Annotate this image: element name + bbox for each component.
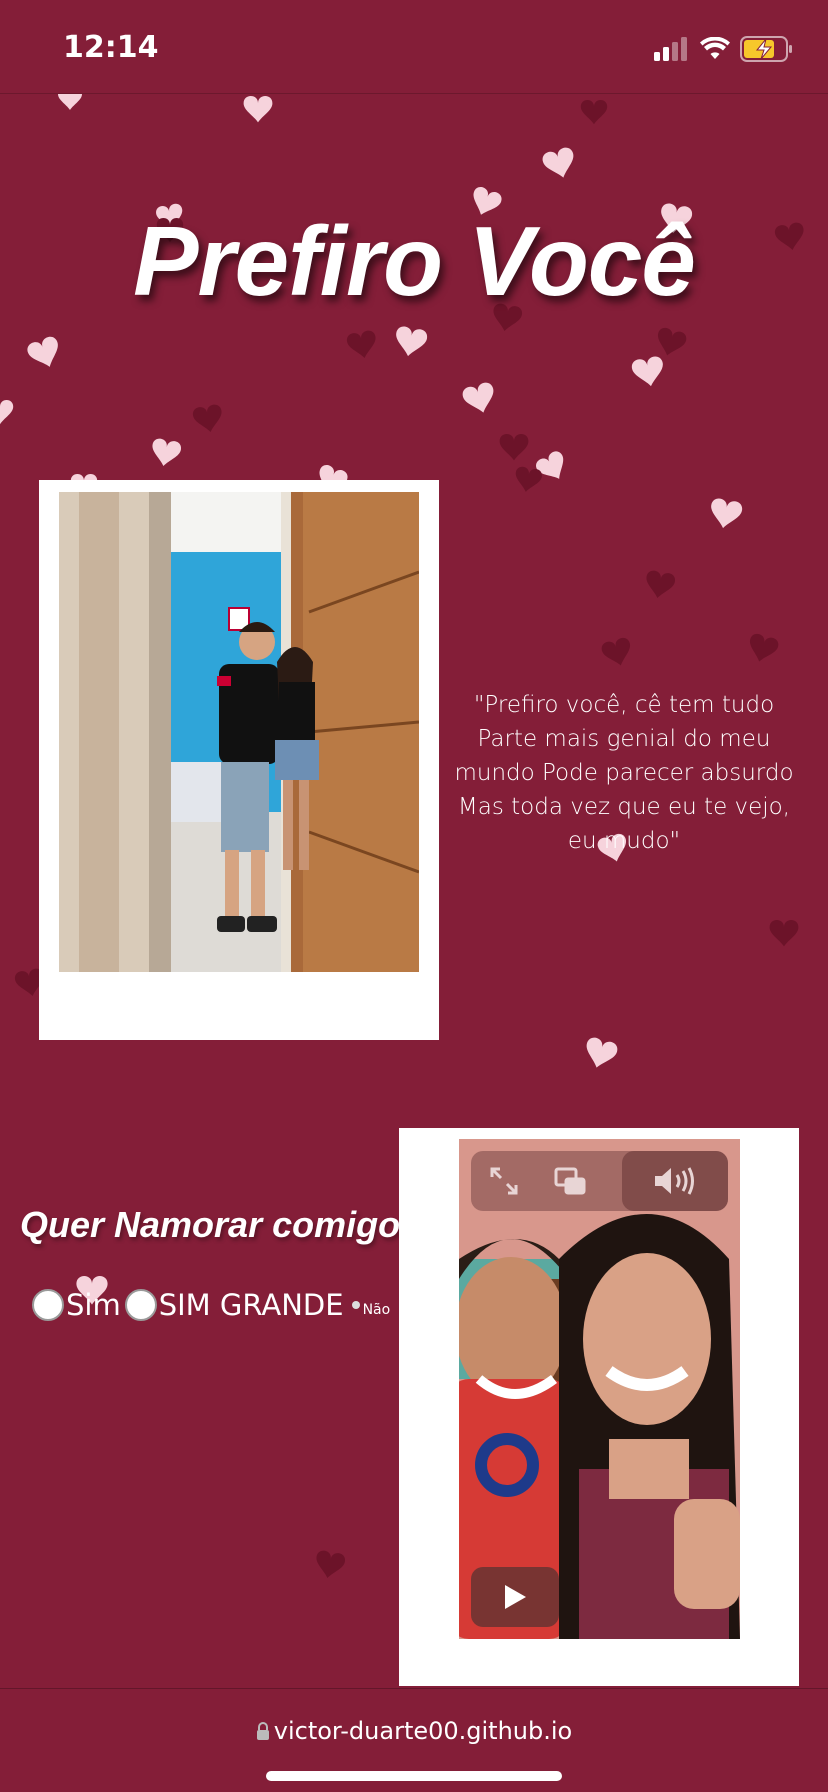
video-frame	[399, 1128, 799, 1686]
radio-sim[interactable]	[32, 1289, 64, 1321]
browser-bottom-bar: victor-duarte00.github.io	[0, 1688, 828, 1792]
address-bar[interactable]: victor-duarte00.github.io	[0, 1717, 828, 1745]
status-icons	[654, 34, 794, 64]
polaroid-frame	[39, 480, 439, 1040]
video-player[interactable]	[459, 1139, 740, 1639]
status-time: 12:14	[63, 30, 159, 65]
picture-in-picture-icon[interactable]	[537, 1151, 603, 1211]
url-text: victor-duarte00.github.io	[273, 1717, 573, 1745]
home-indicator[interactable]	[266, 1771, 562, 1781]
lock-icon	[256, 1722, 269, 1740]
battery-charging-icon	[740, 36, 792, 62]
radio-nao[interactable]	[351, 1301, 360, 1309]
status-bar: 12:14	[0, 0, 828, 94]
wifi-icon	[700, 37, 730, 59]
couple-photo	[59, 492, 419, 972]
proposal-question: Quer Namorar comigo?	[20, 1204, 423, 1245]
lyrics-quote: "Prefiro você, cê tem tudo Parte mais ge…	[454, 692, 794, 854]
option-label-nao: Não	[362, 1302, 391, 1318]
fullscreen-icon[interactable]	[471, 1151, 537, 1211]
play-icon[interactable]	[471, 1567, 559, 1627]
video-controls-bar	[471, 1151, 728, 1211]
cellular-signal-icon	[654, 37, 687, 61]
page-title: Prefiro Você	[133, 206, 696, 316]
answer-options: Sim SIM GRANDE Não	[32, 1288, 390, 1322]
option-label-sim: Sim	[66, 1288, 121, 1322]
volume-icon[interactable]	[622, 1151, 728, 1211]
option-label-sim-grande: SIM GRANDE	[158, 1288, 344, 1322]
radio-sim-grande[interactable]	[124, 1289, 157, 1321]
